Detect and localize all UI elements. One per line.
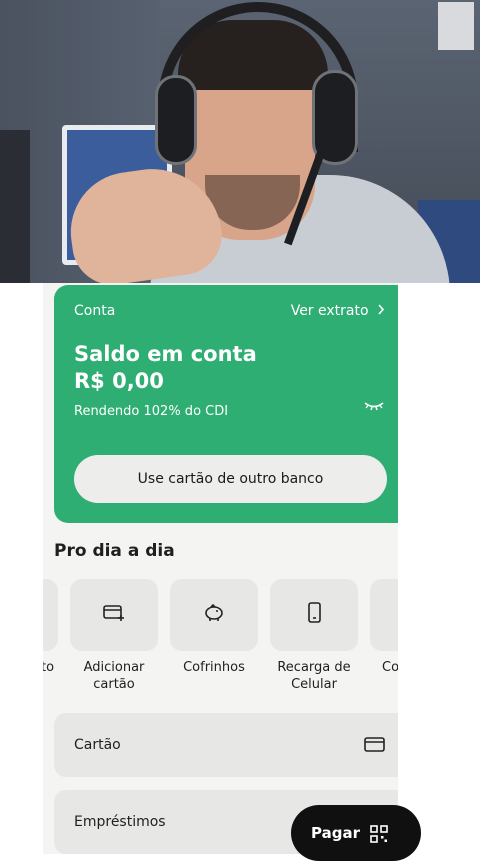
balance-title: Saldo em conta [74,342,257,366]
section-title: Pro dia a dia [54,541,175,561]
shortcut-label-partial-left: to [43,660,55,675]
shortcut-piggy-bank-label: Cofrinhos [183,660,245,675]
card-add-icon [103,605,124,621]
row-card-label: Cartão [74,737,121,753]
shortcut-tile-partial-left[interactable] [43,579,58,651]
qr-code-icon [370,825,388,843]
statement-link-label: Ver extrato [290,303,369,319]
shortcut-add-card[interactable] [70,579,158,651]
webcam-door [0,130,30,283]
shortcuts-carousel[interactable]: to Adicionar cartão Cofrinhos Recarga de… [43,579,398,709]
account-card[interactable]: Conta Ver extrato Saldo em conta R$ 0,00… [54,285,398,523]
statement-link[interactable]: Ver extrato [291,303,385,319]
shortcut-piggy-bank[interactable] [170,579,258,651]
pay-button-label: Pagar [311,824,360,842]
shortcut-tile-partial-right[interactable] [370,579,398,651]
piggy-bank-icon [205,604,223,621]
shortcut-phone-recharge[interactable] [270,579,358,651]
phone-icon [308,602,321,623]
webcam-paper [438,2,474,50]
shortcut-label-partial-right: Co tra [382,660,398,675]
yield-text: Rendendo 102% do CDI [74,404,229,419]
hide-balance-eye-icon[interactable] [362,398,386,414]
row-loans-label: Empréstimos [74,814,166,830]
shortcut-phone-recharge-label: Recarga de Celular [277,660,351,692]
account-label: Conta [74,303,116,319]
balance-block: Saldo em conta R$ 0,00 [74,341,257,395]
pay-button[interactable]: Pagar [291,805,421,861]
webcam-overlay [0,0,480,283]
row-card[interactable]: Cartão [54,713,398,777]
balance-value: R$ 0,00 [74,369,164,393]
webcam-headset-cup-left [155,75,197,165]
credit-card-icon [364,737,385,752]
use-other-bank-card-button[interactable]: Use cartão de outro banco [74,455,387,503]
shortcut-add-card-label: Adicionar cartão [83,660,145,692]
chevron-right-icon [377,303,385,319]
banking-app: Conta Ver extrato Saldo em conta R$ 0,00… [43,283,398,854]
